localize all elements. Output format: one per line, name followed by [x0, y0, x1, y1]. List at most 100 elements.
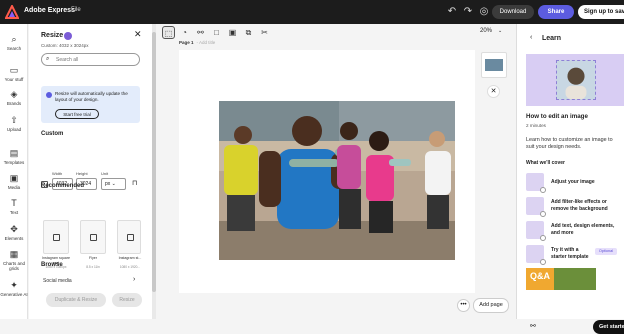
promo-overlay-text: Q&A [530, 271, 550, 281]
nav-label: Media [7, 185, 21, 190]
template-name: Flyer [89, 256, 97, 260]
panel-title: Resize [41, 32, 64, 39]
mask-icon[interactable]: ▣ [226, 26, 239, 39]
step-label[interactable]: Add text, design elements, and more [551, 223, 621, 236]
charts-icon: ▦ [9, 249, 19, 259]
promo-card: Resize will automatically update the lay… [41, 86, 140, 123]
nav-text[interactable]: T Text [0, 198, 28, 215]
resize-panel: Resize ✕ Custom: 4032 x 3024px ⌕ Resize … [29, 24, 152, 319]
close-icon[interactable]: ✕ [487, 85, 500, 98]
zoom-level[interactable]: 20% [480, 28, 492, 34]
nav-generative-ai[interactable]: ✦ Generative AI [0, 280, 28, 297]
optional-badge: Optional [595, 248, 617, 255]
nav-label: Templates [3, 160, 25, 165]
custom-heading: Custom [41, 131, 64, 137]
template-name: Instagram st... [118, 256, 142, 260]
recommended-heading: Recommended [41, 183, 85, 189]
search-field[interactable]: ⌕ [41, 53, 140, 66]
file-menu[interactable]: File [71, 7, 81, 13]
nav-upload[interactable]: ⇧ Upload [0, 115, 28, 132]
effects-icon[interactable]: ✂ [258, 26, 271, 39]
browse-heading: Browse [41, 262, 63, 268]
learn-heading: How to edit an image [526, 113, 588, 120]
cover-heading: What we'll cover [526, 160, 565, 166]
select-tool-icon[interactable]: ⬚ [162, 26, 175, 39]
check-icon [540, 211, 546, 217]
sign-up-button[interactable]: Sign up to save [578, 5, 624, 19]
template-instagram-story[interactable] [117, 220, 141, 254]
duplicate-icon[interactable]: ⧉ [242, 26, 255, 39]
link-icon[interactable]: ⚯ [194, 26, 207, 39]
promo-text: Resize will automatically update the lay… [55, 91, 128, 102]
flyer-icon [90, 234, 97, 241]
media-icon: ▣ [9, 173, 19, 183]
scrollbar-thumb[interactable] [152, 32, 156, 292]
unit-value: px [105, 181, 111, 187]
nav-your-stuff[interactable]: ▭ Your stuff [0, 65, 28, 82]
more-options-icon[interactable]: ••• [457, 299, 470, 312]
nav-label: Your stuff [4, 77, 24, 82]
learn-title: Learn [542, 35, 562, 42]
template-flyer[interactable] [80, 220, 106, 254]
step-label[interactable]: Add filter-like effects or remove the ba… [551, 199, 621, 212]
chevron-down-icon[interactable]: ⌄ [498, 28, 502, 34]
square-icon[interactable]: □ [210, 26, 223, 39]
nav-search[interactable]: ⌕ Search [0, 34, 28, 51]
share-button[interactable]: Share [538, 5, 574, 19]
nav-charts[interactable]: ▦ Charts and grids [0, 249, 28, 271]
unit-select[interactable]: px ⌄ [101, 178, 126, 190]
duplicate-resize-button[interactable]: Duplicate & Resize [46, 293, 106, 307]
starter-template-image[interactable]: Q&A [526, 268, 596, 290]
nav-label: Search [6, 46, 22, 51]
page-label: Page 1- Add title [179, 40, 215, 45]
start-free-trial-button[interactable]: Start free trial [55, 109, 99, 119]
close-icon[interactable]: ✕ [134, 29, 142, 40]
search-icon: ⌕ [11, 34, 17, 44]
nav-label: Brands [6, 101, 22, 106]
step-label[interactable]: Adjust your image [551, 179, 621, 186]
search-input[interactable] [56, 55, 136, 65]
step-thumbnail [526, 173, 546, 193]
nav-label: Text [9, 210, 19, 215]
lock-icon[interactable]: ⊓ [132, 179, 137, 187]
learn-description: Learn how to customize an image to suit … [526, 137, 613, 150]
template-size: 8.5 x 11in [86, 265, 100, 269]
custom-size-text: Custom: 4032 x 3024px [41, 43, 89, 48]
download-button[interactable]: Download [492, 5, 534, 19]
link-icon[interactable]: ⚯ [530, 322, 536, 330]
chevron-right-icon[interactable]: › [133, 276, 135, 283]
height-label: Height [76, 171, 88, 176]
adobe-express-logo[interactable] [5, 5, 19, 19]
folder-icon: ▭ [9, 65, 19, 75]
check-icon [540, 187, 546, 193]
get-started-button[interactable]: Get started [593, 320, 624, 334]
chevron-left-icon[interactable]: ‹ [530, 34, 532, 41]
canvas-photo[interactable] [219, 101, 455, 260]
premium-badge-icon [64, 32, 72, 40]
lightbulb-icon[interactable]: ◎ [478, 6, 490, 18]
nav-templates[interactable]: ▤ Templates [0, 148, 28, 165]
nav-brands[interactable]: ◈ Brands [0, 89, 28, 106]
nav-media[interactable]: ▣ Media [0, 173, 28, 190]
panel-scrollbar[interactable] [152, 24, 156, 319]
add-page-button[interactable]: Add page [473, 298, 509, 313]
step-label[interactable]: Try it with a starter template [551, 247, 593, 260]
nav-label: Generative AI [0, 292, 28, 297]
left-nav: ⌕ Search ▭ Your stuff ◈ Brands ⇧ Upload … [0, 24, 28, 319]
undo-icon[interactable]: ↶ [446, 6, 458, 18]
add-title-hint[interactable]: - Add title [197, 40, 216, 45]
page-thumbnail[interactable] [481, 52, 507, 78]
template-instagram-square[interactable] [43, 220, 69, 254]
learn-time: 2 minutes [526, 123, 546, 128]
step-thumbnail [526, 221, 546, 241]
instagram-icon [53, 234, 60, 241]
browse-social-media[interactable]: Social media [43, 278, 72, 284]
redo-icon[interactable]: ↷ [462, 6, 474, 18]
shape-tool-icon[interactable]: ◔ [178, 26, 191, 39]
resize-button[interactable]: Resize [112, 293, 142, 307]
learn-panel: ‹ Learn How to edit an image 2 minutes L… [517, 24, 624, 334]
brand-icon: ◈ [10, 89, 18, 99]
nav-elements[interactable]: ✥ Elements [0, 224, 28, 241]
check-icon [540, 235, 546, 241]
instagram-icon [127, 234, 134, 241]
